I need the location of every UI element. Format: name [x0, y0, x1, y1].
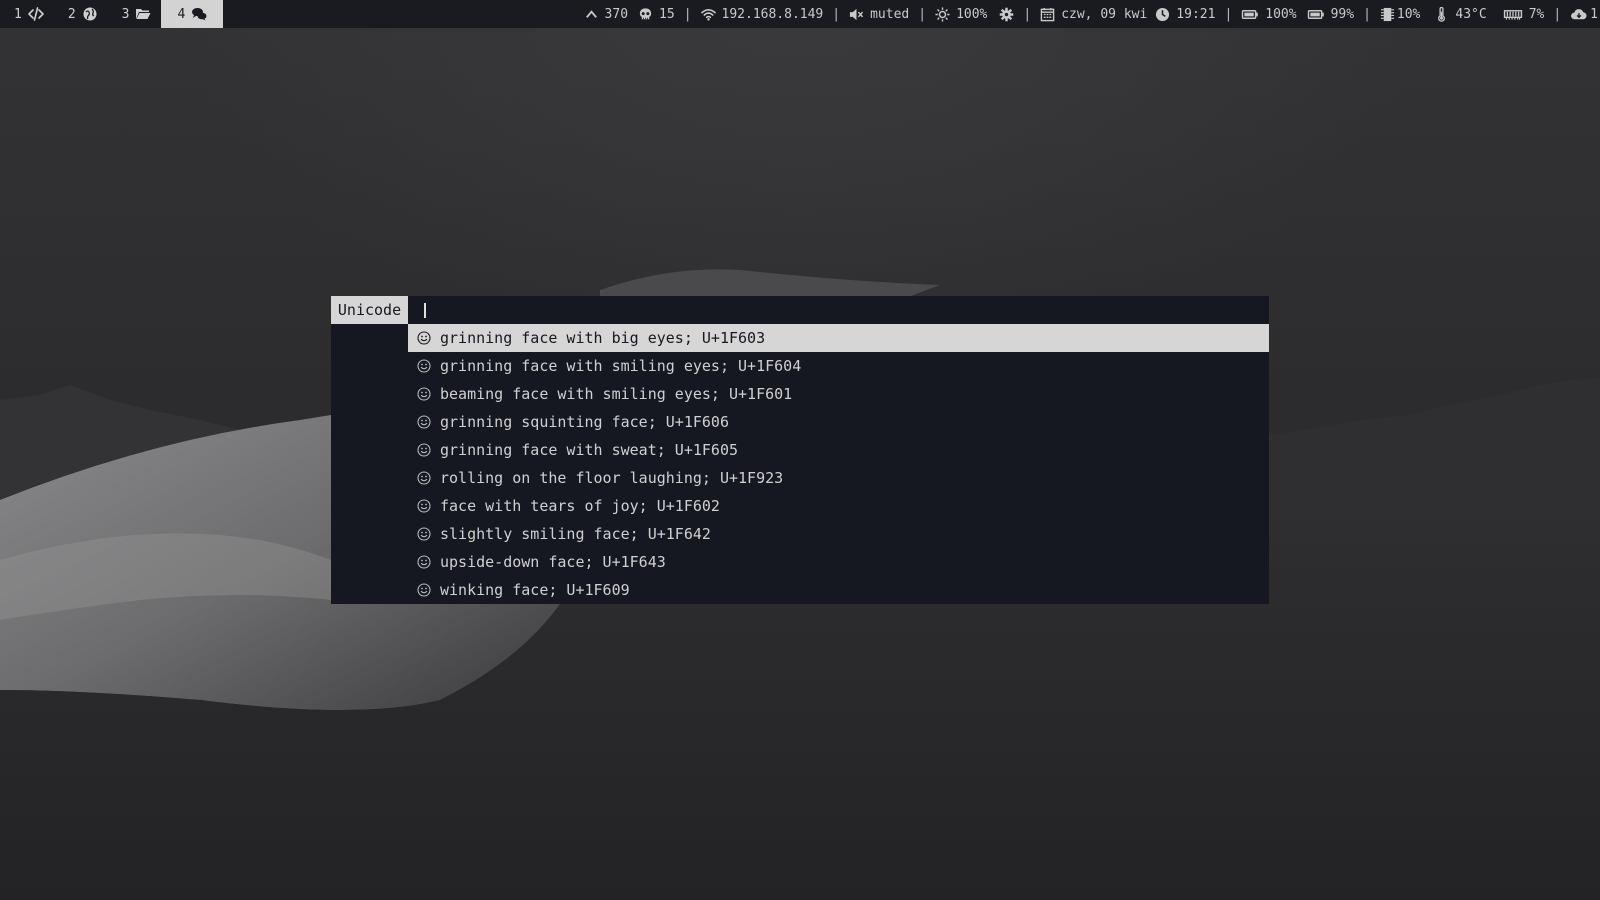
separator: |: [1023, 6, 1032, 22]
result-item[interactable]: grinning face with smiling eyes; U+1F604: [408, 352, 1269, 380]
grinning-face-big-eyes-icon: [416, 330, 432, 346]
ip-address: 192.168.8.149: [721, 6, 824, 22]
battery-1-block: 100%: [1241, 6, 1297, 22]
workspace-number: 2: [67, 6, 76, 22]
temperature-value: 43°C: [1455, 6, 1487, 22]
sun-icon: [935, 6, 950, 22]
cloud-block[interactable]: 1: [1570, 7, 1598, 22]
battery-2-block: 99%: [1307, 7, 1354, 22]
workspace-switcher: 1 2 3 4: [0, 0, 224, 28]
volume-block[interactable]: muted: [849, 7, 909, 22]
separator: |: [918, 6, 927, 22]
zombies-block: 15: [638, 7, 675, 22]
result-item[interactable]: upside-down face; U+1F643: [408, 548, 1269, 576]
battery-full-icon: [1307, 9, 1324, 19]
wifi-icon: [700, 8, 716, 21]
volume-status: muted: [870, 6, 910, 22]
grinning-face-smiling-eyes-icon: [416, 358, 432, 374]
workspace-number: 1: [14, 6, 22, 22]
brightness-value: 100%: [956, 6, 988, 22]
result-label: grinning face with sweat; U+1F605: [440, 441, 739, 459]
updates-block[interactable]: 370: [584, 7, 628, 22]
status-blocks: 370 15 | 192.168.8.149 | muted | 100% | …: [584, 0, 1600, 28]
volume-muted-icon: [850, 8, 864, 20]
chevron-up-icon: [585, 9, 597, 18]
cpu-icon: [1380, 7, 1394, 21]
network-block[interactable]: 192.168.8.149: [700, 6, 824, 22]
separator: |: [1363, 6, 1371, 22]
result-item[interactable]: grinning squinting face; U+1F606: [408, 408, 1269, 436]
brightness-block[interactable]: 100%: [935, 7, 1014, 22]
search-input[interactable]: [408, 296, 1269, 324]
folder-icon: [136, 9, 151, 19]
workspace-4[interactable]: 4: [161, 0, 224, 28]
calendar-icon: [1040, 7, 1055, 21]
separator: |: [832, 6, 841, 22]
result-item[interactable]: grinning face with sweat; U+1F605: [408, 436, 1269, 464]
result-item[interactable]: slightly smiling face; U+1F642: [408, 520, 1269, 548]
result-label: slightly smiling face; U+1F642: [440, 525, 711, 543]
result-item[interactable]: beaming face with smiling eyes; U+1F601: [408, 380, 1269, 408]
text-caret: [424, 302, 426, 318]
beaming-face-icon: [416, 386, 432, 402]
result-item[interactable]: rolling on the floor laughing; U+1F923: [408, 464, 1269, 492]
thermometer-icon: [1438, 6, 1446, 22]
result-label: winking face; U+1F609: [440, 581, 630, 599]
prompt-row: Unicode: [331, 296, 1269, 324]
workspace-3[interactable]: 3: [108, 0, 162, 28]
result-item[interactable]: grinning face with big eyes; U+1F603: [408, 324, 1269, 352]
zombies-count: 15: [659, 6, 675, 22]
workspace-number: 4: [177, 6, 186, 22]
grinning-face-sweat-icon: [416, 442, 432, 458]
memory-block: 7%: [1503, 6, 1545, 22]
chat-icon: [192, 8, 207, 21]
result-label: grinning face with smiling eyes; U+1F604: [440, 357, 802, 375]
cpu-value: 10%: [1396, 6, 1421, 22]
workspace-number: 3: [121, 6, 130, 22]
result-label: grinning squinting face; U+1F606: [440, 413, 729, 431]
globe-icon: [83, 7, 97, 21]
workspace-1[interactable]: 1: [0, 0, 54, 28]
date-block[interactable]: czw, 09 kwi: [1040, 7, 1147, 22]
temperature-block: 43°C: [1434, 6, 1487, 22]
rolling-on-floor-laughing-icon: [416, 470, 432, 486]
workspace-2[interactable]: 2: [54, 0, 108, 28]
clock-icon: [1156, 7, 1170, 21]
memory-icon: [1503, 9, 1522, 20]
cloud-download-icon: [1571, 8, 1587, 19]
skull-icon: [639, 7, 652, 19]
updates-count: 370: [604, 6, 629, 22]
battery-1-value: 100%: [1265, 6, 1297, 22]
memory-value: 7%: [1528, 6, 1545, 22]
battery-2-value: 99%: [1330, 6, 1355, 22]
face-tears-of-joy-icon: [416, 498, 432, 514]
result-item[interactable]: face with tears of joy; U+1F602: [408, 492, 1269, 520]
results-list: grinning face with big eyes; U+1F603 grin…: [408, 324, 1269, 604]
time-block[interactable]: 19:21: [1155, 7, 1215, 22]
result-label: rolling on the floor laughing; U+1F923: [440, 469, 784, 487]
unicode-picker-window: Unicode grinning face with big eyes; U+1…: [331, 296, 1269, 604]
result-label: grinning face with big eyes; U+1F603: [440, 329, 766, 347]
winking-face-icon: [416, 582, 432, 598]
separator: |: [1553, 6, 1562, 22]
battery-full-icon: [1242, 9, 1259, 19]
result-label: face with tears of joy; U+1F602: [440, 497, 720, 515]
cpu-block: 10%: [1380, 7, 1420, 22]
top-status-bar: 1 2 3 4 370 15 | 192.168.8.149 | muted |…: [0, 0, 1600, 28]
date-value: czw, 09 kwi: [1061, 6, 1148, 22]
slightly-smiling-face-icon: [416, 526, 432, 542]
result-label: upside-down face; U+1F643: [440, 553, 666, 571]
grinning-squinting-face-icon: [416, 414, 432, 430]
separator: |: [683, 6, 692, 22]
separator: |: [1224, 6, 1233, 22]
mode-label: Unicode: [331, 296, 408, 324]
code-icon: [28, 7, 44, 21]
result-item[interactable]: winking face; U+1F609: [408, 576, 1269, 604]
time-value: 19:21: [1176, 6, 1216, 22]
gear-icon[interactable]: [999, 7, 1014, 22]
result-label: beaming face with smiling eyes; U+1F601: [440, 385, 793, 403]
cloud-count: 1: [1590, 6, 1598, 22]
upside-down-face-icon: [416, 554, 432, 570]
